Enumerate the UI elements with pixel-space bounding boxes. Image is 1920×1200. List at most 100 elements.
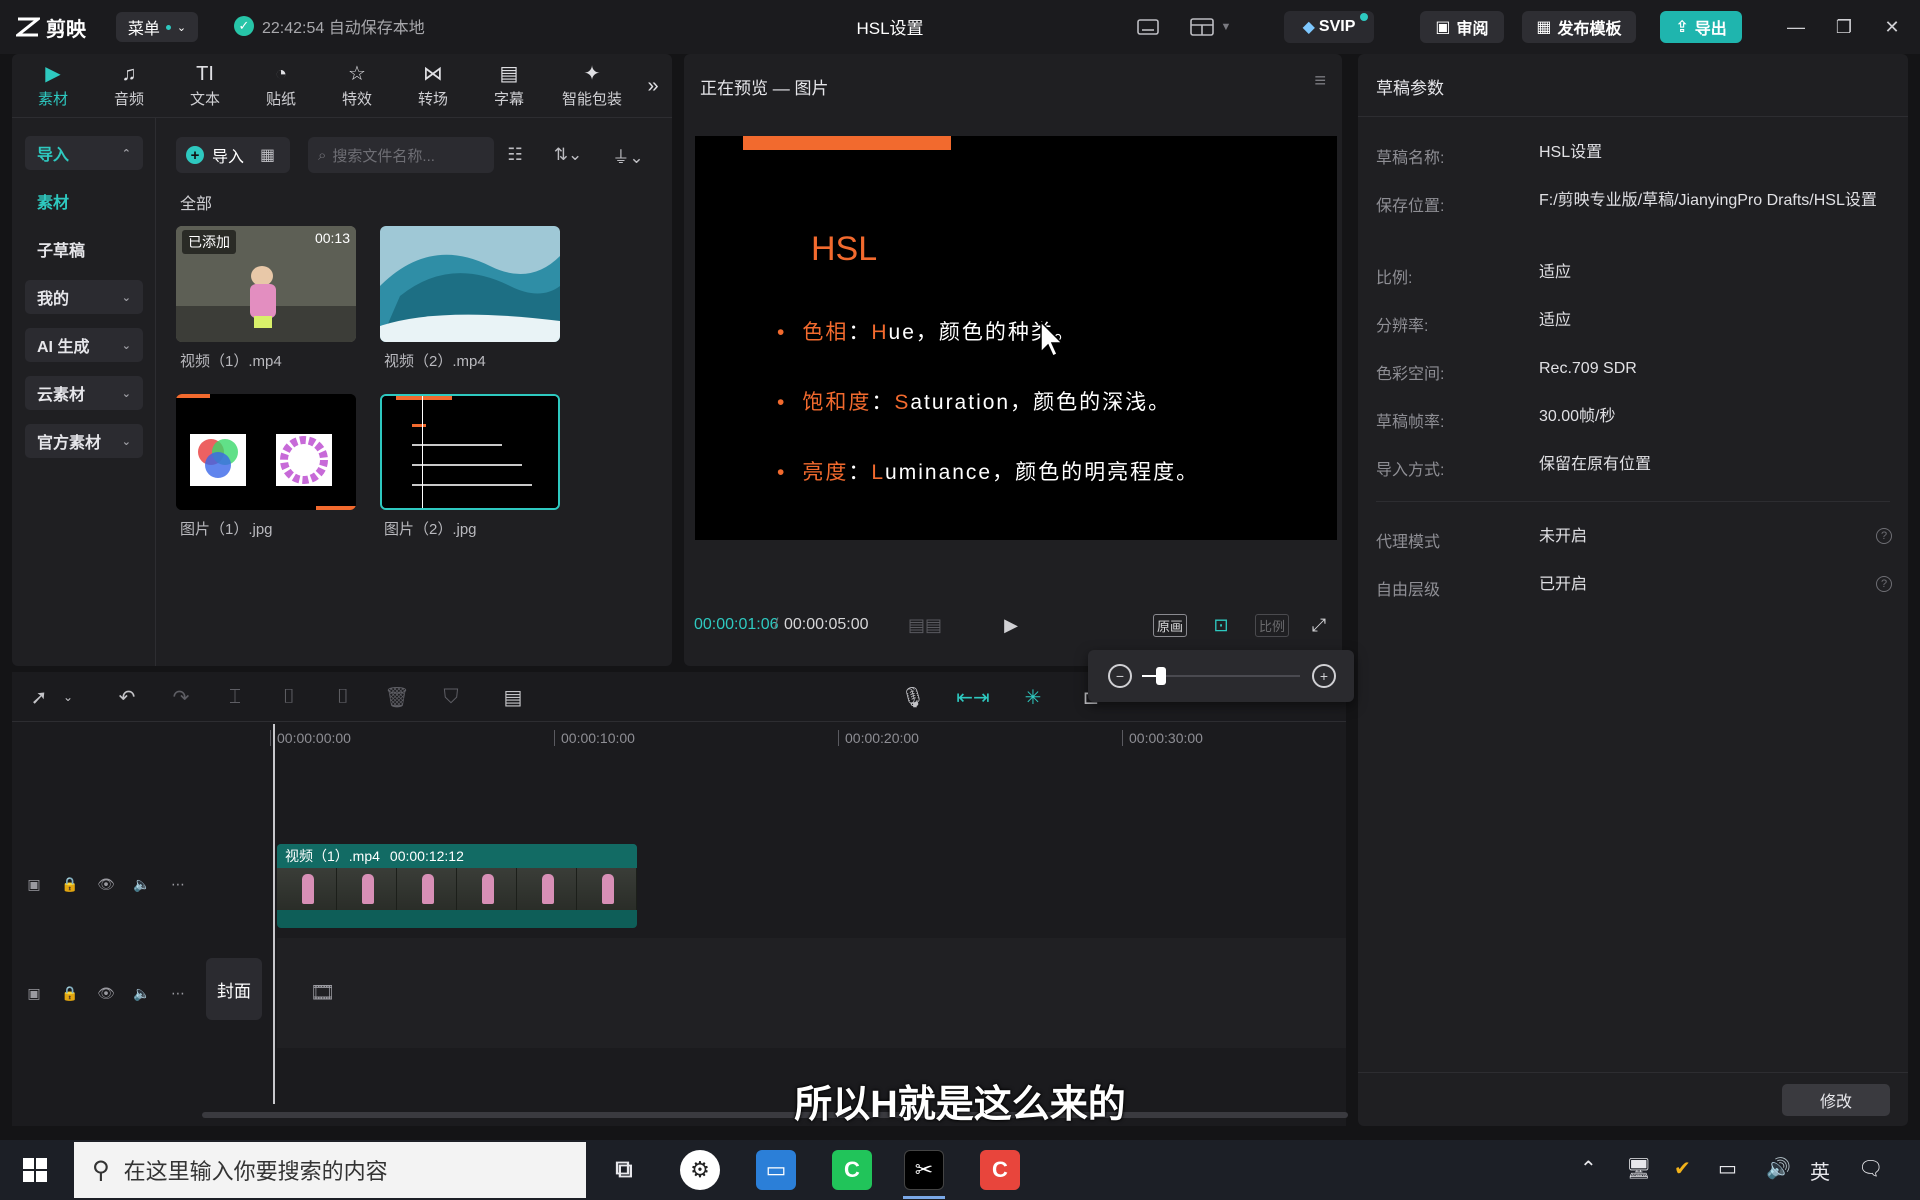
sidebar-item-subdraft[interactable]: 子草稿 bbox=[25, 232, 143, 266]
more-tabs-icon[interactable]: » bbox=[640, 72, 666, 128]
tab-effects[interactable]: ☆ 特效 bbox=[326, 60, 388, 116]
auto-snap-icon[interactable]: ✳ bbox=[1016, 682, 1050, 712]
ime-indicator[interactable]: 英 bbox=[1810, 1156, 1830, 1185]
media-item-video-2[interactable] bbox=[380, 226, 560, 342]
zoom-slider-handle[interactable] bbox=[1155, 667, 1166, 685]
keyboard-icon[interactable] bbox=[1134, 14, 1162, 40]
volume-icon[interactable]: 🔈 bbox=[132, 985, 152, 1002]
clip-frame bbox=[397, 868, 457, 910]
review-button[interactable]: ▣ 审阅 bbox=[1420, 11, 1504, 43]
lock-icon[interactable]: 🔒 bbox=[60, 985, 80, 1002]
prop-value: 适应 bbox=[1539, 312, 1572, 329]
original-quality-button[interactable]: 原画 bbox=[1150, 610, 1190, 640]
redo-icon[interactable]: ↷ bbox=[166, 682, 196, 712]
notification-icon[interactable]: 🗨 bbox=[1858, 1156, 1883, 1181]
restore-icon[interactable]: ❐ bbox=[1826, 12, 1862, 42]
sidebar-item-import[interactable]: 导入 ⌃ bbox=[25, 136, 143, 170]
import-button[interactable]: + 导入 ▦ bbox=[176, 137, 290, 173]
sidebar-item-cloud[interactable]: 云素材 ⌄ bbox=[25, 376, 143, 410]
playhead[interactable] bbox=[273, 724, 275, 1104]
filter-icon[interactable]: ⏚⌄ bbox=[608, 139, 648, 171]
hamburger-icon[interactable]: ≡ bbox=[1314, 70, 1326, 93]
tray-chevron-icon[interactable]: ⌃ bbox=[1580, 1156, 1597, 1181]
media-item-image-1[interactable] bbox=[176, 394, 356, 510]
sort-icon[interactable]: ⇅⌄ bbox=[548, 139, 588, 171]
split-right-icon[interactable]: ⌷ bbox=[328, 682, 358, 712]
app-icon-davinci[interactable]: ⚙ bbox=[680, 1150, 720, 1190]
volume-icon[interactable]: 🔈 bbox=[132, 876, 152, 893]
timeline-ruler[interactable]: 00:00:00:00 00:00:10:00 00:00:20:00 00:0… bbox=[12, 722, 1346, 752]
eye-icon[interactable]: 👁 bbox=[96, 876, 116, 893]
tab-media[interactable]: ▶ 素材 bbox=[22, 60, 84, 116]
cover-button[interactable]: 封面 bbox=[206, 958, 262, 1020]
tab-text[interactable]: TI 文本 bbox=[174, 60, 236, 116]
shield-icon[interactable]: ⛉ bbox=[436, 682, 466, 712]
preview-canvas[interactable]: HSL • 色相：Hue，颜色的种类。 • 饱和度：Saturation，颜色的深浅… bbox=[695, 136, 1337, 540]
publish-template-button[interactable]: ▦ 发布模板 bbox=[1522, 11, 1636, 43]
video-clip[interactable]: 视频（1）.mp4 00:00:12:12 bbox=[277, 844, 637, 928]
tab-audio[interactable]: ♫ 音频 bbox=[98, 60, 160, 116]
volume-icon[interactable]: 🔊 bbox=[1766, 1156, 1791, 1181]
preview-title: 正在预览 — 图片 bbox=[700, 79, 829, 98]
audio-icon: ♫ bbox=[121, 63, 137, 85]
microphone-icon[interactable]: 🎙 bbox=[898, 682, 928, 712]
zoom-out-icon[interactable]: − bbox=[1108, 664, 1132, 688]
split-left-icon[interactable]: ⌷ bbox=[274, 682, 304, 712]
eye-icon[interactable]: 👁 bbox=[96, 985, 116, 1002]
app-icon-capcut[interactable]: ✂ bbox=[904, 1150, 944, 1190]
lock-icon[interactable]: 🔒 bbox=[60, 876, 80, 893]
fit-zoom-icon[interactable]: ⊡ bbox=[1206, 610, 1236, 640]
delete-icon[interactable]: 🗑 bbox=[382, 682, 412, 712]
network-icon[interactable]: 🖥 bbox=[1626, 1156, 1651, 1181]
tab-smart-pack[interactable]: ✦ 智能包装 bbox=[554, 60, 630, 116]
undo-icon[interactable]: ↶ bbox=[112, 682, 142, 712]
help-icon[interactable]: ? bbox=[1876, 528, 1892, 544]
taskbar-search-input[interactable]: ⚲ 在这里输入你要搜索的内容 bbox=[74, 1142, 586, 1198]
minimize-icon[interactable]: — bbox=[1778, 12, 1814, 42]
media-item-image-2[interactable] bbox=[380, 394, 560, 510]
app-icon-explorer[interactable]: ▭ bbox=[756, 1150, 796, 1190]
sidebar-item-ai[interactable]: AI 生成 ⌄ bbox=[25, 328, 143, 362]
close-icon[interactable]: ✕ bbox=[1874, 12, 1910, 42]
sidebar-item-official[interactable]: 官方素材 ⌄ bbox=[25, 424, 143, 458]
layout-dropdown-icon[interactable]: ▼ bbox=[1218, 14, 1234, 40]
fullscreen-icon[interactable]: ⤢ bbox=[1304, 610, 1334, 640]
media-item-video-1[interactable]: 已添加 00:13 bbox=[176, 226, 356, 342]
windows-start-button[interactable] bbox=[0, 1140, 70, 1200]
more-icon[interactable]: ⋯ bbox=[168, 876, 188, 893]
layout-icon[interactable] bbox=[1188, 14, 1216, 40]
sidebar-item-media[interactable]: 素材 bbox=[25, 184, 143, 218]
media-search-input[interactable]: ⌕ 搜索文件名称... bbox=[308, 137, 494, 173]
sidebar-item-mine[interactable]: 我的 ⌄ bbox=[25, 280, 143, 314]
task-view-icon[interactable]: ⧉ bbox=[604, 1150, 644, 1190]
menu-button[interactable]: 菜单 ⌄ bbox=[116, 12, 198, 42]
prop-label: 草稿名称: bbox=[1376, 150, 1445, 167]
bullet-key: 饱和度 bbox=[802, 391, 872, 414]
play-icon[interactable]: ▶ bbox=[996, 610, 1026, 640]
smart-pack-icon: ✦ bbox=[583, 63, 601, 85]
app-icon-camtasia-red[interactable]: C bbox=[980, 1150, 1020, 1190]
tab-sticker[interactable]: ◔ 贴纸 bbox=[250, 60, 312, 116]
split-icon[interactable]: ⌶ bbox=[220, 682, 250, 712]
tray-app-icon[interactable]: ✔ bbox=[1674, 1156, 1691, 1181]
divider bbox=[1358, 1072, 1908, 1073]
zoom-in-icon[interactable]: + bbox=[1312, 664, 1336, 688]
select-tool-icon[interactable]: ➚ bbox=[24, 682, 54, 712]
battery-icon[interactable]: ▭ bbox=[1718, 1156, 1737, 1181]
add-caption-icon[interactable]: ▤ bbox=[498, 682, 528, 712]
slide-bullet-3: • 亮度：Luminance，颜色的明亮程度。 bbox=[777, 461, 1200, 484]
waveform-icon[interactable]: ▤▤ bbox=[908, 610, 942, 640]
export-button[interactable]: ⇪ 导出 bbox=[1660, 11, 1742, 43]
svip-button[interactable]: ◆ SVIP bbox=[1284, 11, 1374, 43]
modify-button[interactable]: 修改 bbox=[1782, 1084, 1890, 1116]
main-track-magnet-icon[interactable]: ⇤⇥ bbox=[956, 682, 990, 712]
tab-caption[interactable]: ▤ 字幕 bbox=[478, 60, 540, 116]
view-mode-icon[interactable]: ☷ bbox=[500, 139, 530, 171]
help-icon[interactable]: ? bbox=[1876, 576, 1892, 592]
app-icon-camtasia-green[interactable]: C bbox=[832, 1150, 872, 1190]
chevron-down-icon[interactable]: ⌄ bbox=[58, 682, 78, 712]
tab-transition[interactable]: ⋈ 转场 bbox=[402, 60, 464, 116]
ratio-button[interactable]: 比例 bbox=[1252, 610, 1292, 640]
transition-icon: ⋈ bbox=[423, 63, 443, 85]
more-icon[interactable]: ⋯ bbox=[168, 985, 188, 1002]
